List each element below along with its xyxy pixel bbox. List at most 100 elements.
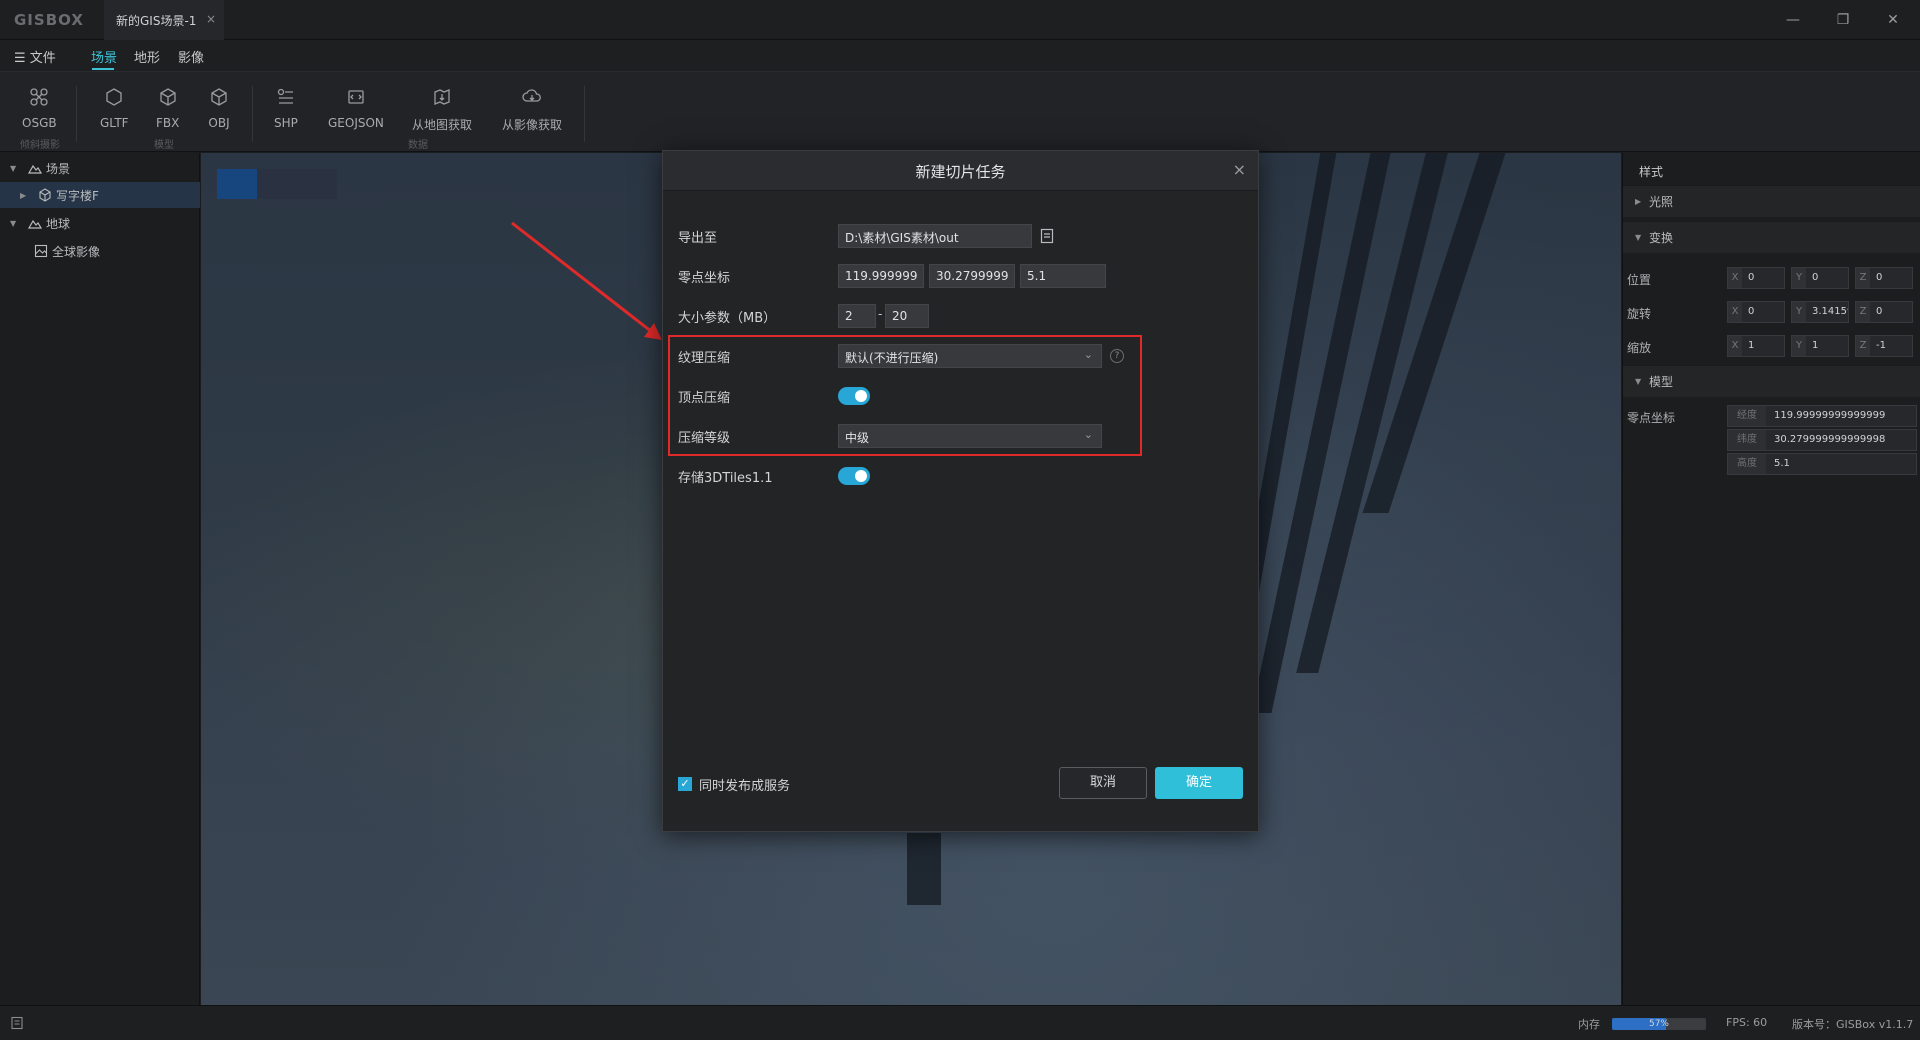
osgb-button[interactable]: OSGB xyxy=(22,86,57,130)
height-tag: 高度 xyxy=(1728,454,1766,474)
properties-panel: 样式 ▶ 光照 ▼ 变换 位置 X0 Y0 Z0 旋转 X0 Y3.14159 … xyxy=(1622,153,1920,1005)
image-icon xyxy=(34,244,48,258)
minimize-button[interactable]: — xyxy=(1778,8,1808,32)
origin-lat-input[interactable]: 30.2799999 xyxy=(929,264,1015,288)
origin-height-input[interactable]: 5.1 xyxy=(1020,264,1106,288)
close-window-button[interactable]: ✕ xyxy=(1878,8,1908,32)
section-lighting[interactable]: ▶ 光照 xyxy=(1623,185,1920,217)
obj-label: OBJ xyxy=(208,116,230,130)
scale-z-field[interactable]: Z -1 xyxy=(1855,335,1913,357)
folder-browse-icon[interactable] xyxy=(1040,228,1054,244)
compression-level-value: 中级 xyxy=(845,431,870,445)
close-tab-icon[interactable]: × xyxy=(206,12,216,26)
scale-y-field[interactable]: Y1 xyxy=(1791,335,1849,357)
chevron-down-icon: ⌄ xyxy=(1083,428,1093,441)
latitude-field[interactable]: 纬度 30.279999999999998 xyxy=(1727,429,1917,451)
chevron-right-icon[interactable]: ▶ xyxy=(20,191,32,200)
export-path-input[interactable]: D:\素材\GIS素材\out xyxy=(838,224,1032,248)
axis-y-tag: Y xyxy=(1792,302,1806,322)
restore-button[interactable]: ❐ xyxy=(1828,8,1858,32)
file-menu[interactable]: ☰ 文件 xyxy=(14,47,56,66)
document-tab[interactable]: 新的GIS场景-1 × xyxy=(104,0,224,40)
section-model[interactable]: ▼ 模型 xyxy=(1623,365,1920,397)
fbx-button[interactable]: FBX xyxy=(156,86,179,130)
tree-item-scene[interactable]: ▼ 场景 xyxy=(0,155,200,181)
new-tiling-task-dialog: 新建切片任务 × 导出至 D:\素材\GIS素材\out 零点坐标 119.99… xyxy=(662,150,1259,832)
position-y-field[interactable]: Y0 xyxy=(1791,267,1849,289)
axis-y-tag: Y xyxy=(1792,336,1806,356)
status-bar: 内存 57% FPS: 60 版本号：GISBox v1.1.7 xyxy=(0,1005,1920,1040)
log-icon[interactable] xyxy=(10,1016,24,1030)
tab-scene[interactable]: 场景 xyxy=(91,47,117,66)
rotation-z-field[interactable]: Z0 xyxy=(1855,301,1913,323)
memory-usage-percent: 57% xyxy=(1648,1019,1669,1029)
size-range-dash: - xyxy=(878,307,883,321)
ribbon-divider xyxy=(76,86,77,142)
annotation-arrow-icon xyxy=(511,221,662,340)
ribbon-divider xyxy=(252,86,253,142)
size-min-input[interactable]: 2 xyxy=(838,304,876,328)
osgb-icon xyxy=(30,88,48,106)
geojson-icon xyxy=(348,90,364,104)
building-base xyxy=(907,833,941,905)
cancel-button[interactable]: 取消 xyxy=(1059,767,1147,799)
fps-readout: FPS: 60 xyxy=(1726,1016,1768,1029)
position-x-field[interactable]: X0 xyxy=(1727,267,1785,289)
axis-z-tag: Z xyxy=(1856,268,1870,288)
from-imagery-button[interactable]: 从影像获取 xyxy=(502,86,562,133)
latitude-value: 30.279999999999998 xyxy=(1774,434,1886,445)
model-origin-label: 零点坐标 xyxy=(1627,411,1676,425)
export-label: 导出至 xyxy=(678,231,718,246)
publish-service-checkbox[interactable]: ✓ xyxy=(678,777,692,791)
rotation-y-field[interactable]: Y 3.14159 xyxy=(1791,301,1849,323)
longitude-field[interactable]: 经度 119.99999999999999 xyxy=(1727,405,1917,427)
viewport-mode-active[interactable] xyxy=(217,169,257,199)
gltf-button[interactable]: GLTF xyxy=(100,86,129,130)
confirm-button[interactable]: 确定 xyxy=(1155,767,1243,799)
geojson-label: GEOJSON xyxy=(328,116,384,130)
chevron-down-icon[interactable]: ▼ xyxy=(10,164,22,173)
publish-service-label: 同时发布成服务 xyxy=(699,779,791,794)
tree-item-label: 场景 xyxy=(46,161,71,176)
from-map-button[interactable]: 从地图获取 xyxy=(412,86,472,133)
section-transform[interactable]: ▼ 变换 xyxy=(1623,221,1920,253)
version-readout: 版本号：GISBox v1.1.7 xyxy=(1792,1018,1914,1031)
chevron-down-icon[interactable]: ▼ xyxy=(10,219,22,228)
menu-bar: ☰ 文件 场景 地形 影像 xyxy=(0,40,1920,72)
compression-level-select[interactable]: 中级 ⌄ xyxy=(838,424,1102,448)
longitude-value: 119.99999999999999 xyxy=(1774,410,1886,421)
fbx-icon xyxy=(160,88,176,106)
close-icon[interactable]: × xyxy=(1233,160,1246,179)
origin-lon-input[interactable]: 119.999999 xyxy=(838,264,924,288)
axis-z-tag: Z xyxy=(1856,336,1870,356)
scale-y-value: 1 xyxy=(1812,340,1819,351)
tree-item-earth[interactable]: ▼ 地球 xyxy=(0,210,200,236)
obj-button[interactable]: OBJ xyxy=(208,86,230,130)
geojson-button[interactable]: GEOJSON xyxy=(328,86,384,130)
store-3dtiles-toggle[interactable] xyxy=(838,467,870,485)
tree-item-label: 写字楼F xyxy=(56,188,99,203)
mountain-icon xyxy=(28,219,42,229)
scale-x-field[interactable]: X1 xyxy=(1727,335,1785,357)
tree-item-office-model[interactable]: ▶ 写字楼F xyxy=(0,182,200,208)
tab-style[interactable]: 样式 xyxy=(1623,153,1693,185)
rotation-x-field[interactable]: X0 xyxy=(1727,301,1785,323)
store-3dtiles-label: 存储3DTiles1.1 xyxy=(678,471,773,486)
tree-item-global-imagery[interactable]: 全球影像 xyxy=(0,238,200,264)
help-icon[interactable]: ? xyxy=(1110,349,1124,363)
tree-item-label: 地球 xyxy=(46,216,71,231)
osgb-label: OSGB xyxy=(22,116,57,130)
active-tab-indicator xyxy=(92,68,114,70)
shp-button[interactable]: SHP xyxy=(274,86,298,130)
tab-terrain[interactable]: 地形 xyxy=(134,47,160,66)
height-field[interactable]: 高度 5.1 xyxy=(1727,453,1917,475)
size-max-input[interactable]: 20 xyxy=(885,304,929,328)
tab-imagery[interactable]: 影像 xyxy=(178,47,204,66)
vertex-compression-toggle[interactable] xyxy=(838,387,870,405)
viewport-mode-toggle[interactable] xyxy=(217,169,337,199)
texture-compression-label: 纹理压缩 xyxy=(678,351,731,366)
rotation-label: 旋转 xyxy=(1627,307,1652,321)
texture-compression-select[interactable]: 默认(不进行压缩) ⌄ xyxy=(838,344,1102,368)
position-z-field[interactable]: Z0 xyxy=(1855,267,1913,289)
obj-icon xyxy=(211,88,227,106)
